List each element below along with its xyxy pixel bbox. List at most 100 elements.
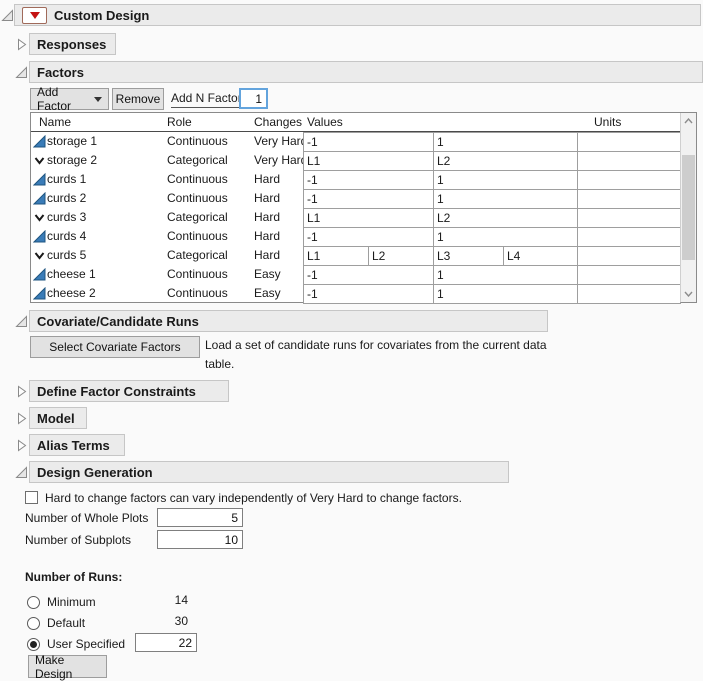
select-covariate-factors-button[interactable]: Select Covariate Factors [30, 336, 200, 358]
whole-plots-label: Number of Whole Plots [25, 511, 148, 525]
units-cell[interactable] [577, 151, 681, 171]
value-cell[interactable]: 1 [433, 132, 578, 152]
factors-section-header[interactable]: Factors [29, 61, 703, 83]
table-row[interactable]: cheese 1 Continuous Easy -1 1 [31, 265, 696, 284]
col-changes: Changes [254, 114, 302, 131]
value-cell[interactable]: -1 [303, 170, 434, 190]
constraints-label: Define Factor Constraints [37, 384, 196, 399]
factors-table: Name Role Changes Values Units storage 1… [30, 112, 697, 303]
subplots-label: Number of Subplots [25, 533, 131, 547]
units-cell[interactable] [577, 208, 681, 228]
design-generation-section-header[interactable]: Design Generation [29, 461, 509, 483]
categorical-factor-icon [33, 211, 46, 224]
model-section-header[interactable]: Model [29, 407, 87, 429]
continuous-factor-icon [33, 268, 46, 281]
user-specified-label: User Specified [47, 637, 125, 651]
value-cell[interactable]: L2 [368, 246, 434, 266]
hard-to-change-label: Hard to change factors can vary independ… [45, 491, 462, 505]
window-title: Custom Design [54, 8, 149, 23]
design-generation-label: Design Generation [37, 465, 153, 480]
disclosure-closed-icon[interactable] [15, 439, 28, 452]
value-cell[interactable]: L3 [433, 246, 504, 266]
scrollbar-thumb[interactable] [682, 155, 695, 260]
covariate-section-header[interactable]: Covariate/Candidate Runs [29, 310, 548, 332]
disclosure-open-icon[interactable] [15, 315, 28, 328]
value-cell[interactable]: L2 [433, 151, 578, 171]
add-factor-button[interactable]: Add Factor [30, 88, 109, 110]
whole-plots-input[interactable] [157, 508, 243, 527]
table-row[interactable]: cheese 2 Continuous Easy -1 1 [31, 284, 696, 303]
disclosure-open-icon[interactable] [1, 9, 14, 22]
units-cell[interactable] [577, 284, 681, 304]
subplots-input[interactable] [157, 530, 243, 549]
units-cell[interactable] [577, 246, 681, 266]
units-cell[interactable] [577, 189, 681, 209]
table-row[interactable]: curds 5 Categorical Hard L1 L2 L3 L4 [31, 246, 696, 265]
red-triangle-menu-button[interactable] [22, 7, 47, 24]
make-design-button[interactable]: Make Design [28, 655, 107, 678]
add-n-factors-input[interactable] [239, 88, 268, 109]
table-row[interactable]: curds 3 Categorical Hard L1 L2 [31, 208, 696, 227]
units-cell[interactable] [577, 265, 681, 285]
custom-design-window: { "window": { "title": "Custom Design" }… [0, 0, 703, 680]
value-cell[interactable]: 1 [433, 227, 578, 247]
value-cell[interactable]: L1 [303, 151, 434, 171]
constraints-section-header[interactable]: Define Factor Constraints [29, 380, 229, 402]
disclosure-closed-icon[interactable] [15, 412, 28, 425]
units-cell[interactable] [577, 227, 681, 247]
user-specified-runs-input[interactable] [135, 633, 197, 652]
scroll-up-icon[interactable] [681, 113, 696, 129]
disclosure-closed-icon[interactable] [15, 385, 28, 398]
col-units: Units [594, 114, 621, 131]
continuous-factor-icon [33, 192, 46, 205]
user-specified-radio[interactable] [27, 638, 40, 651]
value-cell[interactable]: 1 [433, 284, 578, 304]
value-cell[interactable]: -1 [303, 265, 434, 285]
default-radio[interactable] [27, 617, 40, 630]
red-triangle-icon [30, 12, 40, 19]
value-cell[interactable]: L2 [433, 208, 578, 228]
continuous-factor-icon [33, 173, 46, 186]
value-cell[interactable]: L4 [503, 246, 578, 266]
hard-to-change-checkbox[interactable] [25, 491, 38, 504]
units-cell[interactable] [577, 170, 681, 190]
value-cell[interactable]: 1 [433, 189, 578, 209]
table-row[interactable]: curds 2 Continuous Hard -1 1 [31, 189, 696, 208]
covariate-label: Covariate/Candidate Runs [37, 314, 199, 329]
value-cell[interactable]: -1 [303, 132, 434, 152]
alias-terms-section-header[interactable]: Alias Terms [29, 434, 125, 456]
minimum-label: Minimum [47, 595, 96, 609]
value-cell[interactable]: 1 [433, 265, 578, 285]
table-row[interactable]: curds 1 Continuous Hard -1 1 [31, 170, 696, 189]
minimum-runs-value: 14 [128, 593, 188, 607]
disclosure-closed-icon[interactable] [15, 38, 28, 51]
covariate-description: Load a set of candidate runs for covaria… [205, 336, 555, 374]
table-scrollbar[interactable] [680, 113, 696, 302]
responses-label: Responses [37, 37, 106, 52]
custom-design-header[interactable]: Custom Design [14, 4, 701, 26]
value-cell[interactable]: -1 [303, 189, 434, 209]
categorical-factor-icon [33, 249, 46, 262]
add-n-factors-label: Add N Factors [171, 91, 248, 108]
number-of-runs-heading: Number of Runs: [25, 570, 122, 584]
categorical-factor-icon [33, 154, 46, 167]
minimum-radio[interactable] [27, 596, 40, 609]
col-name: Name [39, 114, 71, 131]
value-cell[interactable]: -1 [303, 284, 434, 304]
table-row[interactable]: storage 2 Categorical Very Hard L1 L2 [31, 151, 696, 170]
table-row[interactable]: storage 1 Continuous Very Hard -1 1 [31, 132, 696, 151]
value-cell[interactable]: L1 [303, 246, 369, 266]
responses-section-header[interactable]: Responses [29, 33, 116, 55]
value-cell[interactable]: 1 [433, 170, 578, 190]
table-row[interactable]: curds 4 Continuous Hard -1 1 [31, 227, 696, 246]
disclosure-open-icon[interactable] [15, 466, 28, 479]
chevron-down-icon [94, 97, 102, 102]
value-cell[interactable]: L1 [303, 208, 434, 228]
remove-button[interactable]: Remove [112, 88, 164, 110]
disclosure-open-icon[interactable] [15, 66, 28, 79]
scroll-down-icon[interactable] [681, 286, 696, 302]
units-cell[interactable] [577, 132, 681, 152]
value-cell[interactable]: -1 [303, 227, 434, 247]
continuous-factor-icon [33, 135, 46, 148]
default-runs-value: 30 [128, 614, 188, 628]
